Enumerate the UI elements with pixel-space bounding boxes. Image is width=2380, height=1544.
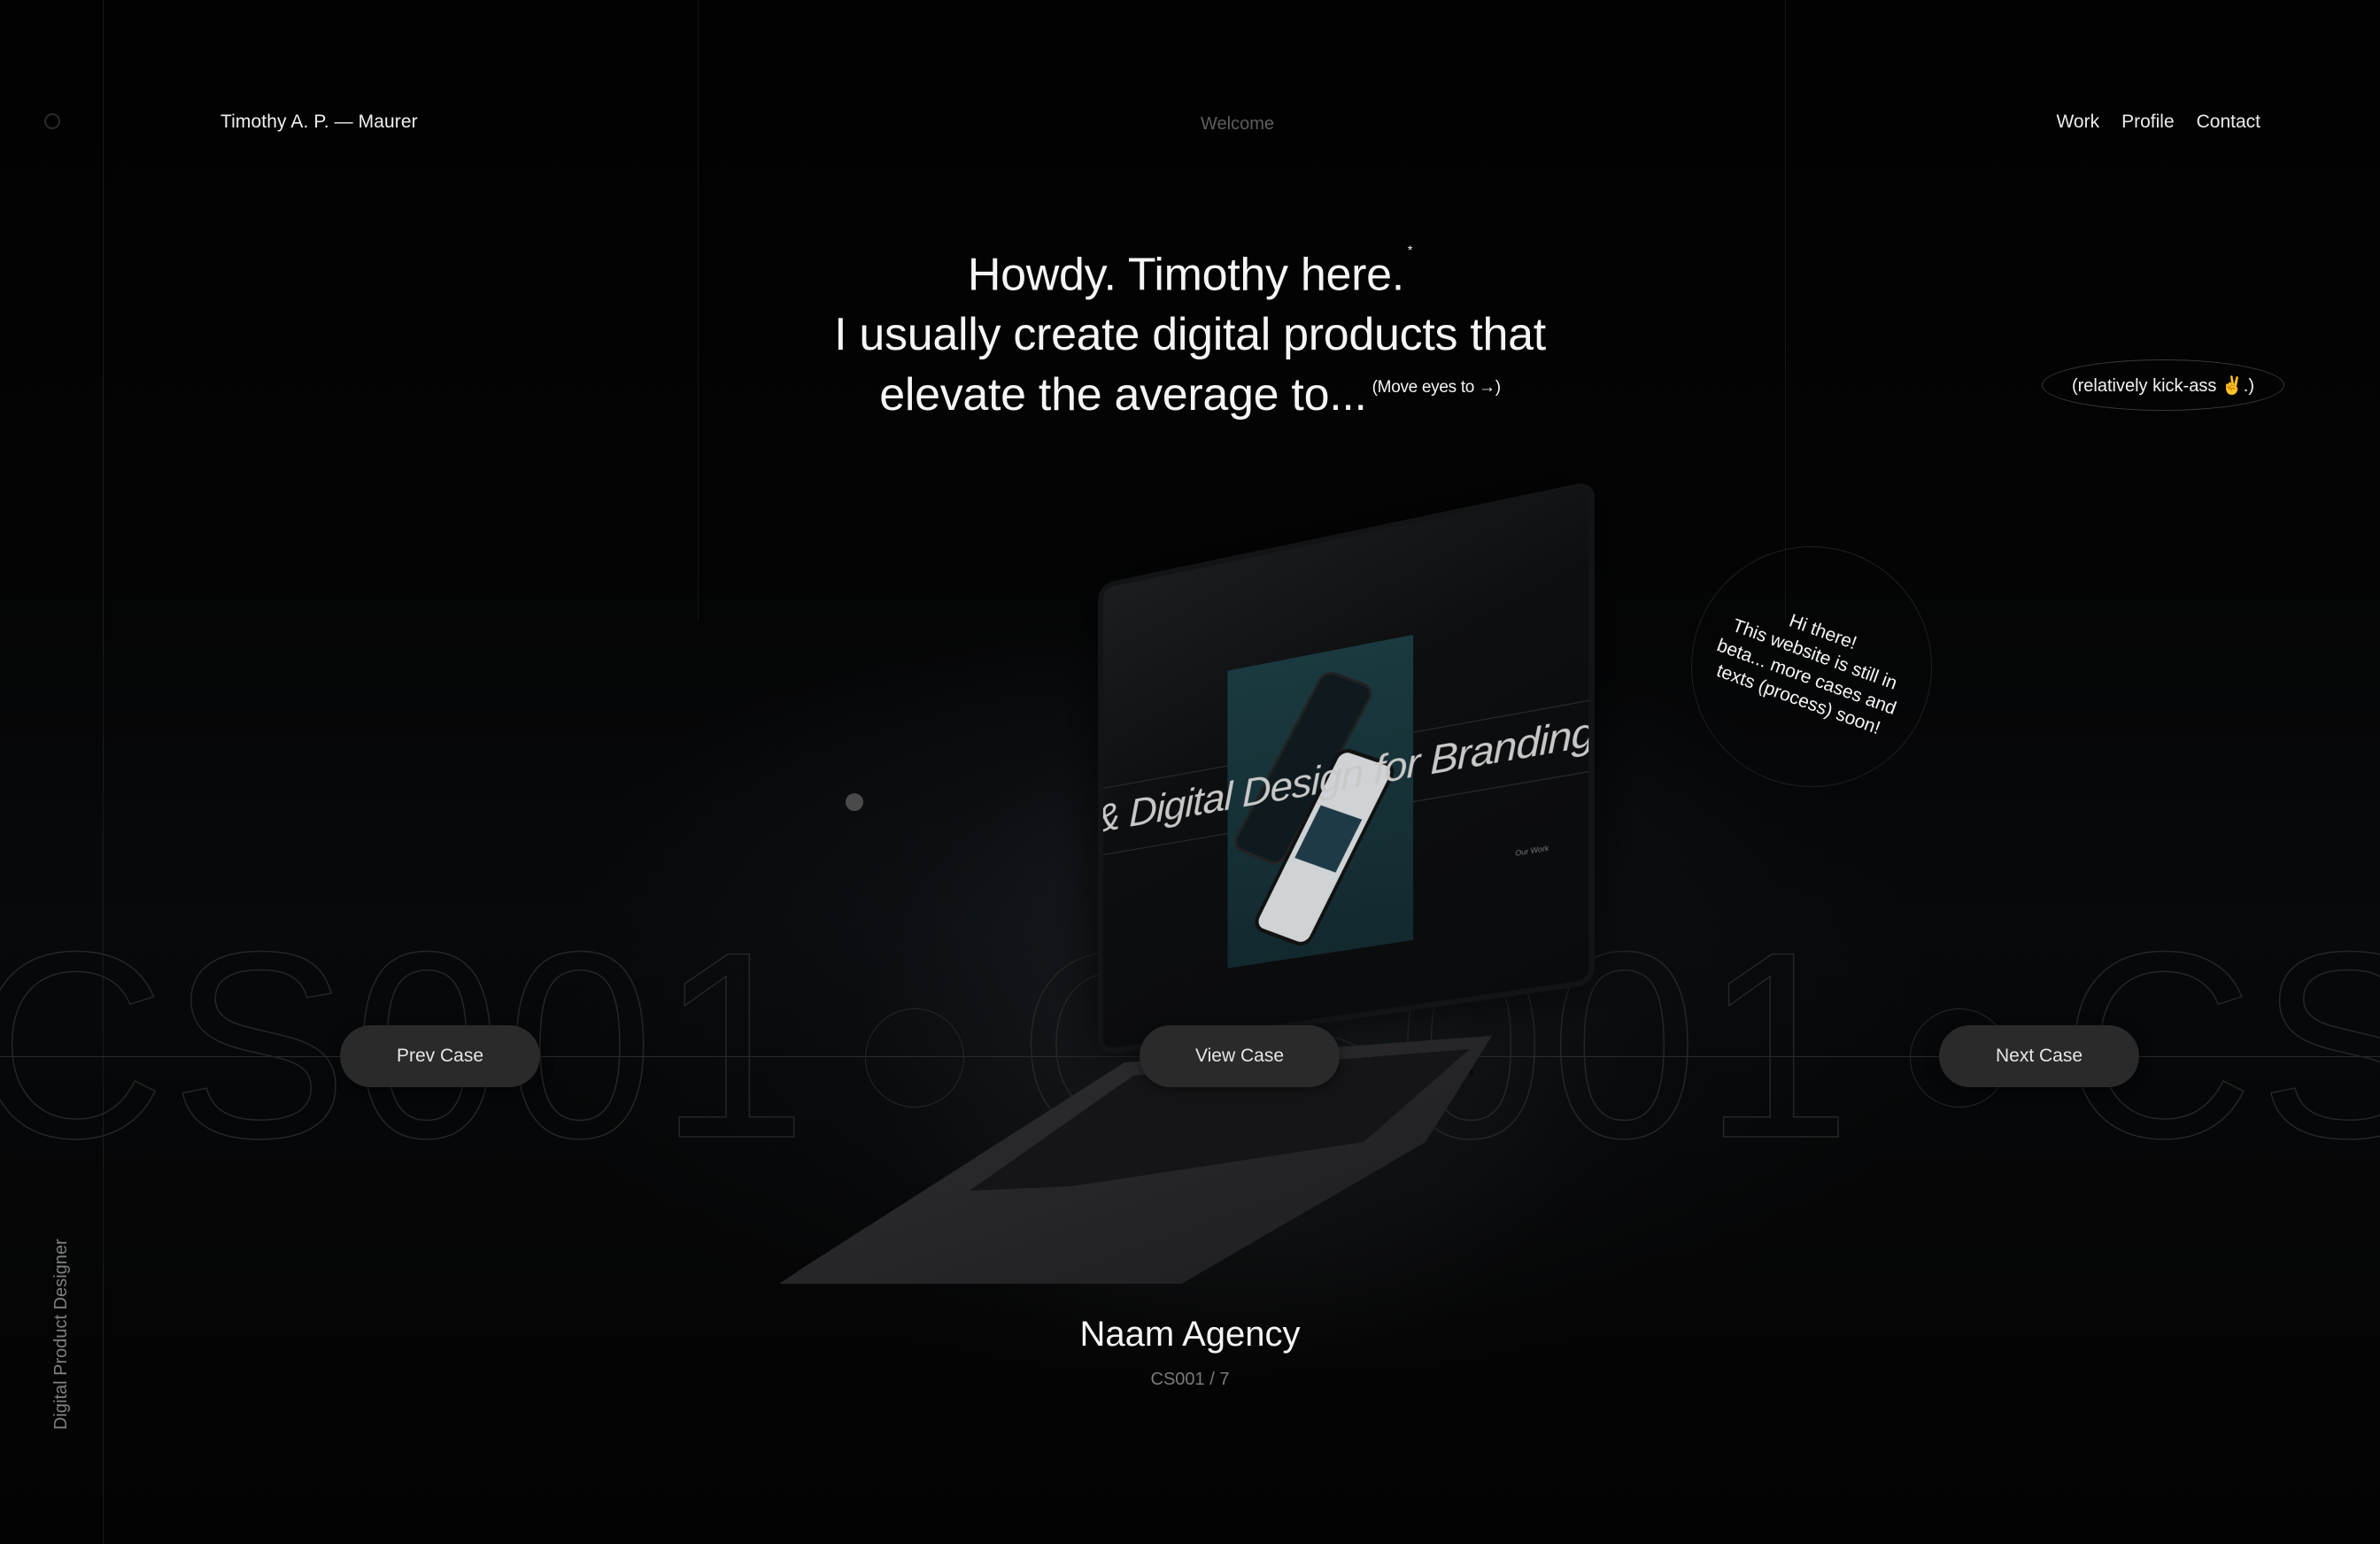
page-label: Welcome	[1201, 114, 1274, 134]
site-brand[interactable]: Timothy A. P. — Maurer	[220, 112, 418, 133]
hero-line-1: Howdy. Timothy here. *	[0, 239, 2380, 305]
case-counter: CS001 / 7	[1150, 1370, 1230, 1389]
nav-work[interactable]: Work	[2056, 112, 2099, 133]
kick-ass-pill: (relatively kick-ass ✌️.)	[2042, 359, 2284, 411]
laptop-mockup[interactable]: & Digital Design for Branding & D Our Wo…	[753, 480, 1595, 1284]
logo-circle-icon[interactable]	[44, 113, 60, 129]
hero-line-2: I usually create digital products that	[834, 309, 1546, 361]
screen-link: Our Work	[1515, 844, 1549, 858]
grid-line	[103, 0, 104, 1544]
nav-profile[interactable]: Profile	[2121, 112, 2175, 133]
hero-aside: (Move eyes to →)	[1372, 378, 1501, 398]
hero-line-3: elevate the average to... (Move eyes to →…	[0, 365, 2380, 436]
main-nav: Work Profile Contact	[2056, 112, 2260, 133]
nav-contact[interactable]: Contact	[2197, 112, 2260, 133]
hero-line-1-text: Howdy. Timothy here.	[967, 249, 1404, 301]
hero-headline: Howdy. Timothy here. * I usually create d…	[0, 239, 2380, 436]
footnote-mark: *	[1407, 243, 1413, 257]
case-title: Naam Agency	[1079, 1315, 1301, 1354]
prev-case-button[interactable]: Prev Case	[340, 1025, 540, 1087]
next-case-button[interactable]: Next Case	[1939, 1025, 2139, 1087]
view-case-button[interactable]: View Case	[1140, 1025, 1340, 1087]
role-label: Digital Product Designer	[51, 1239, 71, 1430]
hero-line-3-text: elevate the average to...	[879, 369, 1367, 421]
